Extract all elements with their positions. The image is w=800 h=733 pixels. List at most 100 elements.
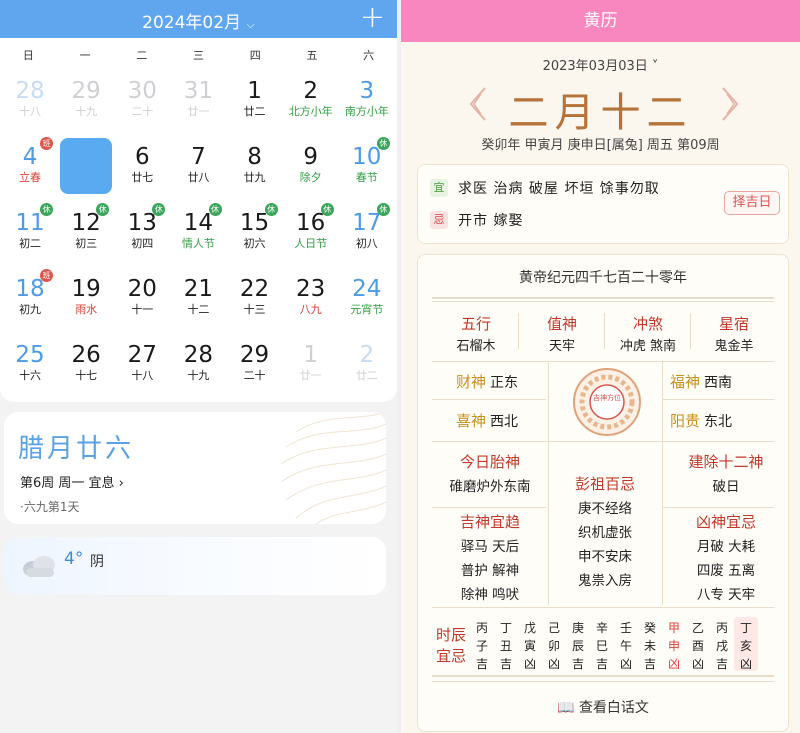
day-cell-bg xyxy=(172,336,224,392)
day-cell[interactable]: 4 立春班 xyxy=(2,137,58,204)
shichen-char: 凶 xyxy=(739,657,752,671)
holiday-badge: 休 xyxy=(376,203,390,216)
day-cell-bg xyxy=(172,270,224,326)
xishen: 喜神 西北 xyxy=(456,412,519,430)
shichen-char: 吉 xyxy=(571,657,584,671)
svg-text:吉神方位: 吉神方位 xyxy=(593,393,621,402)
day-cell[interactable]: 27 十八 xyxy=(114,336,170,402)
day-cell-bg xyxy=(229,138,281,194)
date-selector[interactable]: 2023年03月03日 ˅ xyxy=(401,55,800,74)
solar-note: ·六九第1天 xyxy=(20,500,80,514)
shichen-column: 丙子吉 xyxy=(470,619,494,673)
day-cell[interactable]: 7 廿八 xyxy=(170,138,226,204)
week-info[interactable]: 第6周 周一 宜息 › xyxy=(20,472,124,491)
stat-value: 石榴木 xyxy=(456,339,496,354)
day-cell[interactable]: 12 初三休 xyxy=(58,203,114,270)
day-cell[interactable]: 23 八九 xyxy=(283,270,339,336)
day-cell[interactable]: 29 十九 xyxy=(58,72,114,138)
almanac-body: 2023年03月03日 ˅ 二月十二 癸卯年 甲寅月 庚申日[属兔] 周五 第0… xyxy=(401,42,800,733)
day-cell-bg xyxy=(116,138,168,194)
day-cell[interactable]: 28 十九 xyxy=(170,336,226,402)
shichen-column: 庚辰吉 xyxy=(566,619,590,673)
day-cell[interactable]: 2 廿二 xyxy=(339,336,395,402)
month-selector[interactable]: 2024年02月 ⌵ xyxy=(0,8,397,33)
day-cell-bg xyxy=(172,72,224,128)
day-cell-bg xyxy=(4,336,56,392)
day-cell[interactable]: 8 廿九 xyxy=(227,138,283,204)
day-cell[interactable]: 28 十八 xyxy=(2,72,58,138)
day-cell[interactable]: 11 初二休 xyxy=(2,203,58,270)
shichen-char: 凶 xyxy=(619,657,632,671)
day-cell[interactable]: 18 初九班 xyxy=(2,269,58,336)
shichen-column: 丁亥凶 xyxy=(734,619,758,673)
shichen-char: 巳 xyxy=(595,639,608,653)
day-cell[interactable]: 13 初四休 xyxy=(114,203,170,270)
almanac-title: 黄历 xyxy=(401,0,800,42)
shichen-char: 吉 xyxy=(499,657,512,671)
next-day-icon[interactable] xyxy=(719,86,741,122)
shichen-column: 辛巳吉 xyxy=(590,619,614,673)
day-cell-bg xyxy=(116,270,168,326)
ji-text: 开市 嫁娶 xyxy=(458,213,524,229)
weekday-label: 一 xyxy=(79,49,91,62)
day-cell[interactable]: 1 廿二 xyxy=(227,72,283,138)
day-cell[interactable]: 26 十七 xyxy=(58,336,114,402)
stat-value: 冲虎 煞南 xyxy=(619,339,677,354)
shichen-char: 申 xyxy=(667,639,680,653)
day-cell[interactable]: 14 情人节休 xyxy=(170,203,226,270)
shichen-char: 吉 xyxy=(475,657,488,671)
weekday-row: 日一二三四五六 xyxy=(0,38,397,72)
day-cell[interactable]: 30 二十 xyxy=(114,72,170,138)
calendar-header: 2024年02月 ⌵ + xyxy=(0,0,397,38)
day-cell[interactable]: 1 廿一 xyxy=(283,336,339,402)
shichen-char: 癸 xyxy=(643,621,656,635)
add-button[interactable]: + xyxy=(360,1,385,35)
shichen-column: 癸未吉 xyxy=(638,619,662,673)
day-cell[interactable]: 2 北方小年 xyxy=(283,72,339,138)
shichen-column: 壬午凶 xyxy=(614,619,638,673)
shichen-char: 酉 xyxy=(691,639,704,653)
day-cell-bg xyxy=(60,270,112,326)
weather-card[interactable]: 4° 阴 xyxy=(4,537,386,595)
day-cell-bg xyxy=(116,72,168,128)
day-cell[interactable]: 5六九 xyxy=(58,138,114,204)
choose-lucky-day-button[interactable]: 择吉日 xyxy=(724,191,780,215)
day-cell-bg xyxy=(341,336,393,392)
day-cell-bg xyxy=(4,72,56,128)
day-cell[interactable]: 15 初六休 xyxy=(227,203,283,270)
shichen-char: 辛 xyxy=(595,621,608,635)
day-cell[interactable]: 17 初八休 xyxy=(339,203,395,270)
day-cell[interactable]: 19 雨水 xyxy=(58,270,114,336)
day-cell[interactable]: 31 廿一 xyxy=(170,72,226,138)
shichen-char: 甲 xyxy=(667,621,680,635)
shichen-char: 庚 xyxy=(571,621,584,635)
day-cell[interactable]: 25 十六 xyxy=(2,336,58,402)
shichen-char: 凶 xyxy=(691,657,704,671)
day-cell[interactable]: 10 春节休 xyxy=(339,137,395,204)
day-cell[interactable]: 22 十三 xyxy=(227,270,283,336)
lunar-date: 腊月廿六 xyxy=(18,434,135,464)
day-cell[interactable]: 20 十一 xyxy=(114,270,170,336)
day-cell[interactable]: 6 廿七 xyxy=(114,138,170,204)
day-cell-bg xyxy=(285,336,337,392)
jishen: 吉神宜趋 驿马 天后 普护 解神 除神 鸣吠 xyxy=(459,513,520,603)
weekday-label: 六 xyxy=(363,49,375,62)
shichen-char: 亥 xyxy=(739,639,752,653)
lunar-card[interactable]: 腊月廿六 第6周 周一 宜息 › ·六九第1天 xyxy=(4,412,386,524)
stat-title: 星宿 xyxy=(718,315,749,333)
day-cell[interactable]: 29 二十 xyxy=(227,336,283,402)
year-title: 黄帝纪元四千七百二十零年 xyxy=(519,270,687,286)
day-cell[interactable]: 3 南方小年 xyxy=(339,72,395,138)
stat-title: 五行 xyxy=(460,315,491,333)
view-plain-text-button[interactable]: 📖 查看白话文 xyxy=(418,697,788,717)
day-cell-bg xyxy=(172,138,224,194)
day-cell[interactable]: 24 元宵节 xyxy=(339,270,395,336)
day-cell[interactable]: 21 十二 xyxy=(170,270,226,336)
shichen-char: 己 xyxy=(547,621,560,635)
wave-pattern-icon xyxy=(280,412,386,524)
holiday-badge: 休 xyxy=(264,203,278,216)
day-cell-bg xyxy=(60,72,112,128)
day-cell[interactable]: 16 人日节休 xyxy=(283,203,339,270)
taishen: 今日胎神 碓磨炉外东南 xyxy=(449,453,531,495)
day-cell[interactable]: 9 除夕 xyxy=(283,138,339,204)
